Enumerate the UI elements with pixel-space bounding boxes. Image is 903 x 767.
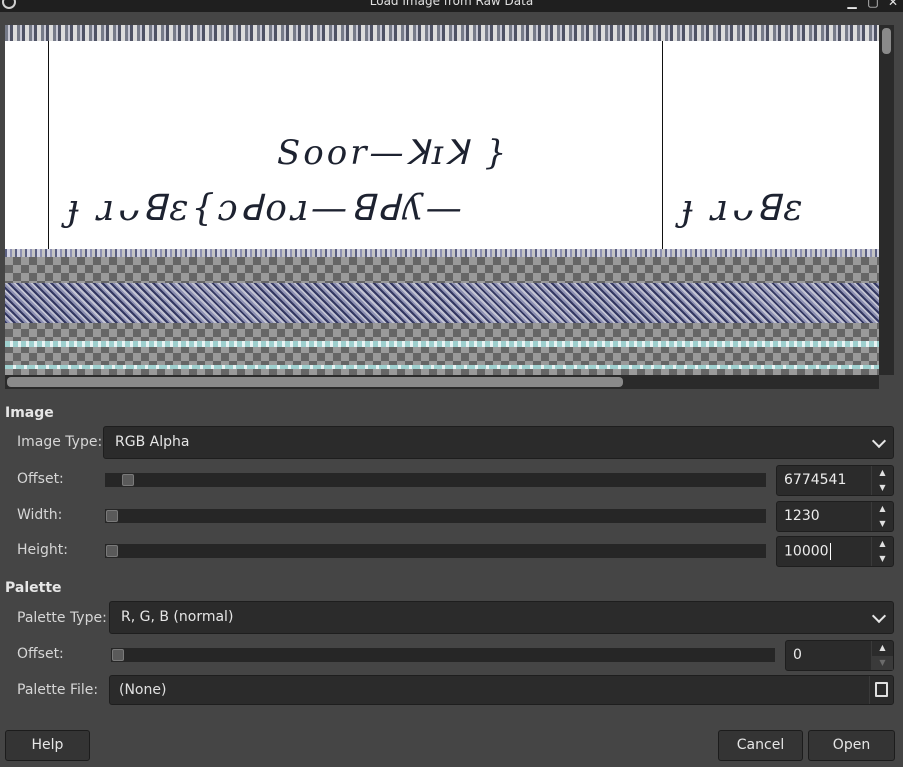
chevron-down-icon: [871, 433, 887, 449]
slider-handle[interactable]: [106, 545, 118, 557]
image-height-label: Height:: [17, 542, 68, 558]
horizontal-scrollbar-thumb[interactable]: [7, 377, 623, 387]
palette-offset-label: Offset:: [17, 646, 64, 662]
document-open-icon: [875, 682, 888, 697]
preview-glyph-line-1: Soor—ꓘɪꓘ }: [277, 133, 510, 173]
spin-up-icon[interactable]: ▲: [872, 466, 893, 480]
raw-data-preview: Soor—ꓘɪꓘ } ɟ ɹᴗꓭɛ{ɔꓒoɹ—ꓭꓒʎ— ɟ ɹᴗꓭɛ: [5, 25, 879, 375]
close-icon[interactable]: ✕: [886, 0, 900, 9]
palette-type-value: R, G, B (normal): [121, 609, 234, 625]
preview-glyph-line-2: ɟ ɹᴗꓭɛ{ɔꓒoɹ—ꓭꓒʎ—: [67, 188, 465, 229]
preview-noise-band: [5, 283, 879, 323]
preview-noise-top: [5, 25, 879, 41]
preview-noise-band: [5, 341, 879, 347]
image-type-label: Image Type:: [17, 434, 103, 450]
help-button[interactable]: Help: [5, 730, 90, 761]
slider-handle[interactable]: [122, 474, 134, 486]
spin-down-icon[interactable]: ▼: [872, 481, 893, 495]
palette-type-combo[interactable]: R, G, B (normal): [109, 601, 894, 634]
cancel-button[interactable]: Cancel: [718, 730, 803, 761]
spin-down-icon[interactable]: ▼: [872, 552, 893, 566]
image-type-combo[interactable]: RGB Alpha: [103, 426, 894, 459]
image-type-value: RGB Alpha: [115, 434, 190, 450]
image-width-label: Width:: [17, 507, 63, 523]
preview-glyph-line-3: ɟ ɹᴗꓭɛ: [681, 188, 806, 229]
image-width-input[interactable]: 1230: [784, 508, 820, 524]
preview-noise-band: [5, 365, 879, 369]
spin-up-icon[interactable]: ▲: [872, 537, 893, 551]
image-offset-input[interactable]: 6774541: [784, 472, 846, 488]
image-section-title: Image: [5, 405, 54, 421]
text-caret: [829, 543, 831, 560]
preview-divider-left: [48, 41, 49, 249]
preview-horizontal-scrollbar[interactable]: [5, 375, 879, 389]
image-height-input-wrap[interactable]: 10000: [784, 543, 831, 560]
spin-down-icon[interactable]: ▼: [872, 517, 893, 531]
palette-file-chooser[interactable]: (None): [109, 675, 894, 705]
palette-file-value: (None): [119, 682, 167, 698]
spin-up-icon[interactable]: ▲: [872, 641, 893, 655]
vertical-scrollbar-thumb[interactable]: [882, 28, 891, 54]
image-offset-spinbutton[interactable]: 6774541 ▲ ▼: [776, 465, 894, 496]
title-bar: Load Image from Raw Data ▁ ▢ ✕: [0, 0, 903, 12]
image-offset-label: Offset:: [17, 471, 64, 487]
spin-down-icon: ▼: [872, 656, 893, 670]
palette-offset-slider[interactable]: [111, 648, 775, 662]
slider-handle[interactable]: [106, 510, 118, 522]
image-height-slider[interactable]: [105, 544, 766, 558]
open-file-button[interactable]: [869, 676, 893, 704]
window-title: Load Image from Raw Data: [369, 0, 534, 8]
image-height-spinbutton[interactable]: 10000 ▲ ▼: [776, 536, 894, 567]
palette-offset-input[interactable]: 0: [793, 647, 802, 663]
minimize-icon[interactable]: ▁: [845, 0, 859, 9]
preview-divider-right: [662, 41, 663, 249]
maximize-icon[interactable]: ▢: [866, 0, 880, 9]
spin-up-icon[interactable]: ▲: [872, 502, 893, 516]
palette-file-label: Palette File:: [17, 682, 99, 698]
chevron-down-icon: [871, 608, 887, 624]
palette-offset-spinbutton[interactable]: 0 ▲ ▼: [785, 640, 894, 671]
image-height-input[interactable]: 10000: [784, 544, 829, 560]
open-button[interactable]: Open: [808, 730, 895, 761]
image-width-slider[interactable]: [105, 509, 766, 523]
image-offset-slider[interactable]: [105, 473, 766, 487]
slider-handle[interactable]: [112, 649, 124, 661]
palette-section-title: Palette: [5, 580, 62, 596]
image-width-spinbutton[interactable]: 1230 ▲ ▼: [776, 501, 894, 532]
preview-vertical-scrollbar[interactable]: [879, 25, 894, 375]
palette-type-label: Palette Type:: [17, 610, 107, 626]
